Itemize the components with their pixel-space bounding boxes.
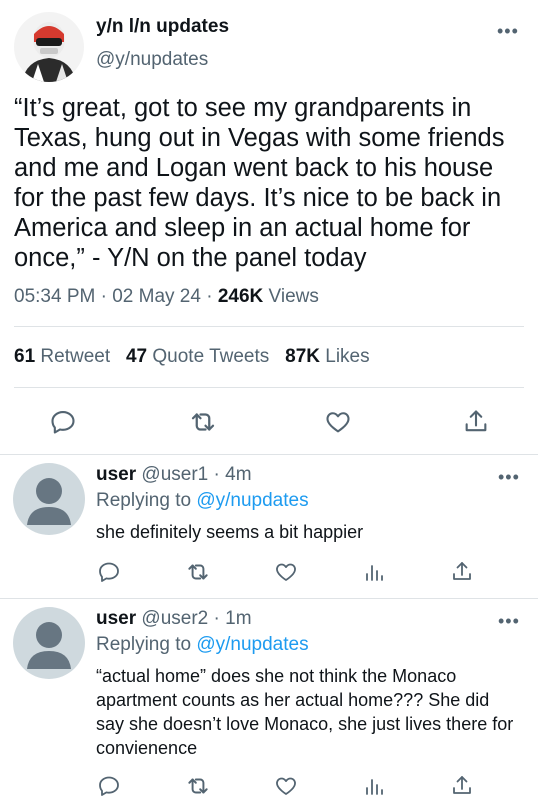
author-avatar[interactable] <box>14 12 84 82</box>
reply-time[interactable]: 4m <box>225 464 251 485</box>
tweet-text: “It’s great, got to see my grandparents … <box>14 94 505 272</box>
reply-avatar[interactable] <box>13 463 85 535</box>
tweet-time[interactable]: 05:34 PM <box>14 286 95 307</box>
replying-to: Replying to @y/nupdates <box>96 490 309 512</box>
replying-to-label: Replying to <box>96 634 192 655</box>
reply-header: user @user2 · 1m <box>96 608 252 630</box>
divider <box>0 598 538 599</box>
share-icon[interactable] <box>449 773 475 799</box>
more-icon[interactable]: ••• <box>498 612 520 630</box>
reply-header: user @user1 · 4m <box>96 464 252 486</box>
share-icon[interactable] <box>449 559 475 585</box>
reply-icon[interactable] <box>96 559 122 585</box>
reply-separator: · <box>213 608 220 629</box>
retweet-icon[interactable] <box>185 559 211 585</box>
reply-icon[interactable] <box>96 773 122 799</box>
replying-to-handle[interactable]: @y/nupdates <box>196 634 308 655</box>
likes-stat[interactable]: 87K Likes <box>285 346 370 367</box>
reply-separator: · <box>213 464 220 485</box>
share-icon[interactable] <box>461 407 491 437</box>
divider <box>0 454 538 455</box>
meta-separator: · <box>206 286 213 307</box>
like-icon[interactable] <box>323 407 353 437</box>
divider <box>14 326 524 327</box>
engagement-stats: 61 Retweet 47 Quote Tweets 87K Likes <box>14 346 370 368</box>
more-icon[interactable]: ••• <box>498 468 520 486</box>
reply-time[interactable]: 1m <box>225 608 251 629</box>
replying-to: Replying to @y/nupdates <box>96 634 309 656</box>
tweet-meta: 05:34 PM · 02 May 24 · 246K Views <box>14 286 319 308</box>
retweet-icon[interactable] <box>188 407 218 437</box>
views-label: Views <box>268 286 319 307</box>
replying-to-handle[interactable]: @y/nupdates <box>196 490 308 511</box>
divider <box>14 387 524 388</box>
reply-text: “actual home” does she not think the Mon… <box>96 666 514 758</box>
analytics-icon[interactable] <box>361 559 387 585</box>
retweets-stat[interactable]: 61 Retweet <box>14 346 110 367</box>
author-handle[interactable]: @y/nupdates <box>96 49 208 71</box>
replying-to-label: Replying to <box>96 490 192 511</box>
reply-author-name[interactable]: user <box>96 608 136 629</box>
more-icon[interactable]: ••• <box>497 22 519 40</box>
reply-icon[interactable] <box>48 407 78 437</box>
reply-text: she definitely seems a bit happier <box>96 522 364 542</box>
author-name[interactable]: y/n l/n updates <box>96 16 229 38</box>
reply-author-handle[interactable]: @user2 <box>141 608 208 629</box>
quote-tweets-stat[interactable]: 47 Quote Tweets <box>126 346 269 367</box>
views-count: 246K <box>217 286 264 307</box>
reply-author-name[interactable]: user <box>96 464 136 485</box>
analytics-icon[interactable] <box>361 773 387 799</box>
reply-author-handle[interactable]: @user1 <box>141 464 208 485</box>
retweet-icon[interactable] <box>185 773 211 799</box>
tweet-date[interactable]: 02 May 24 <box>112 286 201 307</box>
like-icon[interactable] <box>273 773 299 799</box>
reply-avatar[interactable] <box>13 607 85 679</box>
like-icon[interactable] <box>273 559 299 585</box>
meta-separator: · <box>100 286 107 307</box>
